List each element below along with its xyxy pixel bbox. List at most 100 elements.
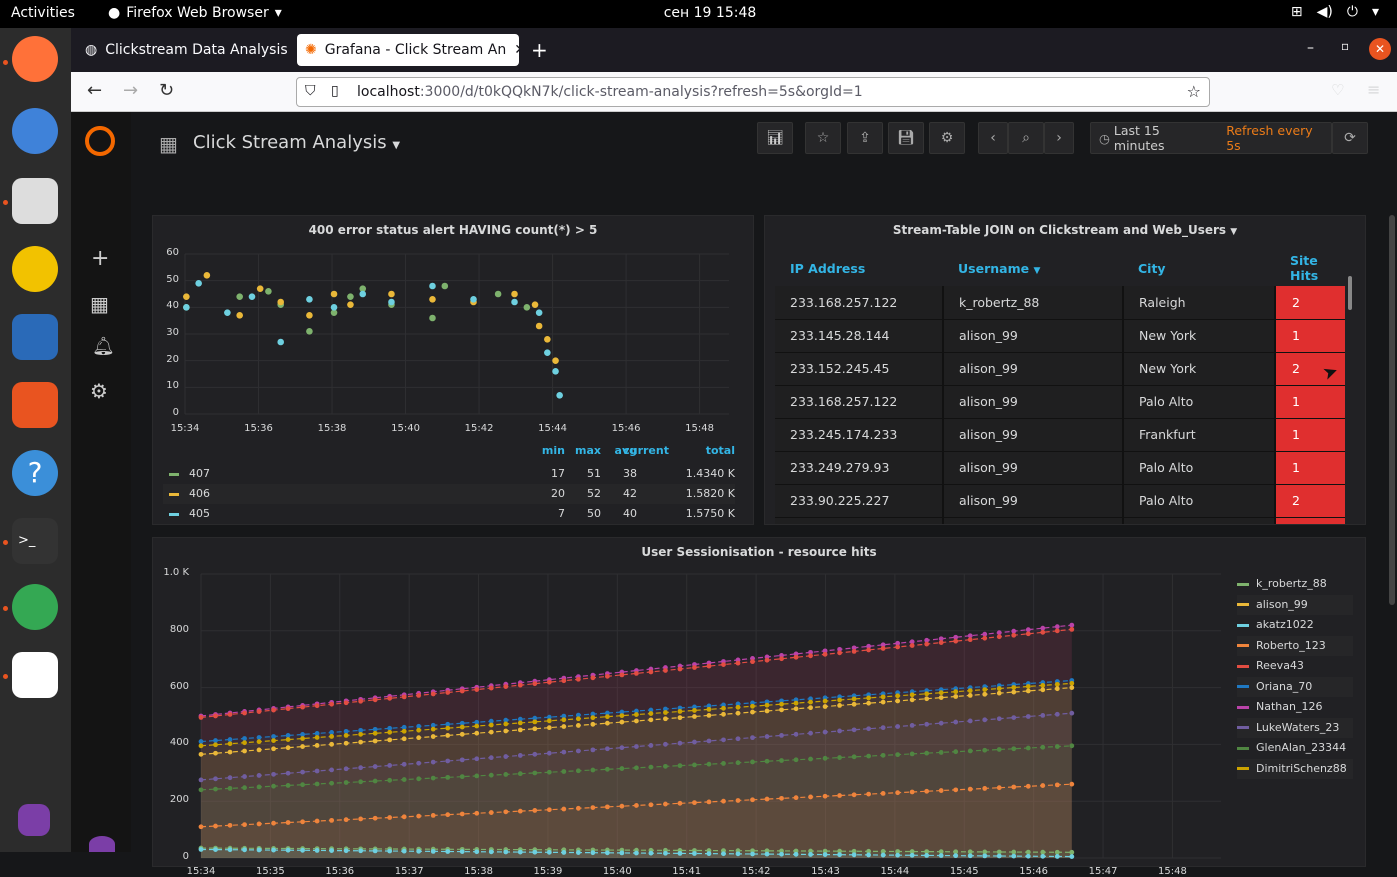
time-forward-button[interactable]: › <box>1044 122 1074 154</box>
close-icon[interactable]: ✕ <box>514 42 519 58</box>
tab-grafana[interactable]: ✺Grafana - Click Stream An✕ <box>297 34 519 66</box>
reload-icon[interactable]: ↻ <box>159 80 174 101</box>
series-point <box>242 740 247 746</box>
column-site-hits[interactable]: Site Hits <box>1275 250 1345 286</box>
forward-icon[interactable]: → <box>123 80 138 101</box>
legend-item[interactable]: DimitriSchenz88 <box>1237 758 1353 779</box>
table-row[interactable]: 233.168.257.122 alison_99 Palo Alto 1 <box>775 385 1345 419</box>
series-point <box>430 848 436 854</box>
series-point <box>198 751 204 757</box>
table-row[interactable]: 233.90.225.227 alison_99 Palo Alto 2 <box>775 484 1345 518</box>
legend-item[interactable]: Roberto_123 <box>1237 635 1353 656</box>
terminal-icon[interactable]: >_ <box>12 518 58 564</box>
menu-icon[interactable]: ≡ <box>1367 80 1380 99</box>
legend-item[interactable]: k_robertz_88 <box>1237 574 1353 595</box>
series-point <box>561 678 567 684</box>
table-row[interactable]: 233.245.174.233 alison_99 Frankfurt 1 <box>775 418 1345 452</box>
legend-row[interactable]: 405 7 50 40 1.5750 K <box>163 504 735 524</box>
series-point <box>967 748 973 754</box>
time-picker[interactable]: ◷ Last 15 minutes Refresh every 5s <box>1090 122 1332 154</box>
firefox-icon[interactable] <box>12 36 58 82</box>
table-scrollbar[interactable] <box>1348 276 1352 310</box>
clock[interactable]: сен 19 15:48 <box>650 5 770 21</box>
legend-item[interactable]: Oriana_70 <box>1237 676 1353 697</box>
series-point <box>387 763 393 768</box>
table-row[interactable]: 233.168.257.122 k_robertz_88 Raleigh 2 <box>775 286 1345 320</box>
dashboard-title[interactable]: Click Stream Analysis ▼ <box>193 132 400 153</box>
activities-button[interactable]: Activities <box>11 5 75 21</box>
bookmark-star-icon[interactable]: ☆ <box>1187 82 1201 101</box>
tab-clickstream[interactable]: ◍Clickstream Data Analysis✕ <box>77 34 291 66</box>
table-row[interactable]: 233.145.28.144 alison_99 New York 1 <box>775 319 1345 353</box>
settings-button[interactable]: ⚙ <box>929 122 965 154</box>
bell-icon[interactable]: 🔔︎ <box>92 336 115 357</box>
add-panel-button[interactable]: 📊︎ <box>757 122 793 154</box>
system-tray[interactable]: ⊞ ◀) ⏻ ▾ <box>1291 4 1379 20</box>
legend-row[interactable]: 406 20 52 42 1.5820 K <box>163 484 735 504</box>
legend-item[interactable]: GlenAlan_23344 <box>1237 738 1353 759</box>
site-hits-cell: 1 <box>1275 517 1345 524</box>
legend-item[interactable]: Nathan_126 <box>1237 697 1353 718</box>
ip-cell: 233.168.257.122 <box>775 385 944 419</box>
refresh-button[interactable]: ⟳ <box>1332 122 1368 154</box>
star-button[interactable]: ☆ <box>805 122 841 154</box>
series-point <box>401 848 407 854</box>
user-avatar[interactable] <box>89 836 115 852</box>
time-back-button[interactable]: ‹ <box>978 122 1008 154</box>
table-row[interactable]: 233.152.245.45 alison_99 New York 2 <box>775 352 1345 386</box>
thunderbird-icon[interactable] <box>12 108 58 154</box>
series-point <box>779 707 784 713</box>
close-window-button[interactable]: ✕ <box>1369 38 1391 60</box>
dashboards-icon[interactable]: ▦ <box>90 292 109 316</box>
clock-icon: ◷ <box>1099 130 1110 146</box>
series-point <box>503 684 509 690</box>
page-scrollbar[interactable] <box>1389 215 1395 605</box>
table-row[interactable]: 233.249.279.93 alison_99 Palo Alto 1 <box>775 451 1345 485</box>
app-menu[interactable]: ● Firefox Web Browser ▾ <box>108 5 282 21</box>
grafana-logo-icon[interactable] <box>85 126 115 156</box>
maximize-button[interactable]: ▫ <box>1341 39 1349 53</box>
ip-cell: 233.245.174.233 <box>775 418 944 452</box>
legend-item[interactable]: alison_99 <box>1237 594 1353 615</box>
series-point <box>1069 849 1075 855</box>
sessionisation-panel[interactable]: User Sessionisation - resource hits k_ro… <box>152 537 1366 877</box>
save-button[interactable]: 💾︎ <box>888 122 924 154</box>
chrome-icon[interactable] <box>12 584 58 630</box>
show-apps-icon[interactable] <box>18 804 50 836</box>
pocket-icon[interactable]: ♡ <box>1331 81 1344 99</box>
files-icon[interactable] <box>12 178 58 224</box>
error-alert-panel[interactable]: 400 error status alert HAVING count(*) >… <box>152 215 754 525</box>
series-point <box>779 656 784 662</box>
software-icon[interactable] <box>12 382 58 428</box>
writer-icon[interactable] <box>12 314 58 360</box>
share-button[interactable]: ⇪ <box>847 122 883 154</box>
city-cell: Frankfurt <box>1123 418 1276 452</box>
text-editor-icon[interactable] <box>12 652 58 698</box>
rhythmbox-icon[interactable] <box>12 246 58 292</box>
series-point <box>779 733 784 738</box>
url-bar[interactable]: ⛉ ▯ localhost:3000/d/t0kQQkN7k/click-str… <box>296 77 1210 107</box>
legend-label: Roberto_123 <box>1256 638 1326 652</box>
back-icon[interactable]: ← <box>87 80 102 101</box>
column-city[interactable]: City <box>1123 250 1275 286</box>
gear-icon[interactable]: ⚙ <box>90 379 108 403</box>
help-icon[interactable]: ? <box>12 450 58 496</box>
table-row[interactable]: 233.249.279.93akatz1022London1 <box>775 517 1345 524</box>
series-point <box>967 637 973 643</box>
stream-table-panel[interactable]: Stream-Table JOIN on Clickstream and Web… <box>764 215 1366 525</box>
legend-item[interactable]: Reeva43 <box>1237 656 1353 677</box>
zoom-out-button[interactable]: ⌕ <box>1008 122 1044 154</box>
legend-item[interactable]: LukeWaters_23 <box>1237 717 1353 738</box>
new-tab-button[interactable]: + <box>531 38 548 62</box>
legend-row[interactable]: 407 17 51 38 1.4340 K <box>163 464 735 484</box>
series-point <box>706 706 712 712</box>
series-point <box>750 759 755 765</box>
minimize-button[interactable]: – <box>1307 40 1314 56</box>
legend-label: Reeva43 <box>1256 659 1304 672</box>
plus-icon[interactable]: + <box>91 246 109 271</box>
legend-item[interactable]: akatz1022 <box>1237 615 1353 636</box>
series-point <box>938 788 944 793</box>
legend-total: 1.5820 K <box>685 487 735 500</box>
column-username[interactable]: Username ▼ <box>943 250 1123 286</box>
column-ip[interactable]: IP Address <box>775 250 943 286</box>
